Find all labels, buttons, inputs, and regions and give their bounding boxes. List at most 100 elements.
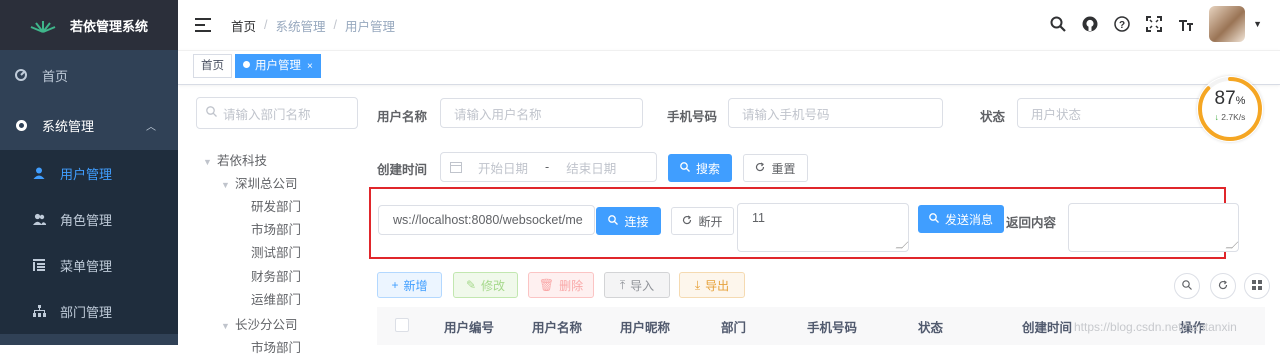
- caret-down-icon: ▼: [221, 180, 230, 190]
- breadcrumb: 首页 / 系统管理 / 用户管理: [231, 16, 395, 35]
- tree-node-label: 长沙分公司: [235, 318, 298, 332]
- tree-node[interactable]: 测试部门: [251, 242, 301, 261]
- search-button-label: 搜索: [695, 161, 720, 176]
- tree-node[interactable]: 市场部门: [251, 219, 301, 238]
- sidebar-item-label: 菜单管理: [60, 258, 113, 274]
- tree-node-label: 市场部门: [251, 341, 302, 355]
- phone-input[interactable]: 请输入手机号码: [728, 98, 943, 128]
- edit-button[interactable]: ✎ 修改: [453, 272, 518, 298]
- import-button[interactable]: ⤒ 导入: [604, 272, 670, 298]
- tree-node[interactable]: 市场部门: [251, 337, 301, 356]
- close-icon[interactable]: ×: [307, 61, 313, 72]
- connect-button[interactable]: 连接: [596, 207, 661, 235]
- sidebar-item-label: 系统管理: [42, 118, 95, 134]
- column-header: 用户名称: [532, 321, 583, 335]
- disconnect-button-label: 断开: [698, 214, 723, 229]
- sidebar-item-depts[interactable]: 部门管理: [0, 288, 178, 334]
- disconnect-button[interactable]: 断开: [671, 207, 734, 235]
- tree-node[interactable]: ▼ 长沙分公司: [221, 314, 298, 333]
- return-content-textarea[interactable]: [1068, 203, 1239, 252]
- websocket-url-input[interactable]: ws://localhost:8080/websocket/me: [378, 205, 595, 235]
- tree-table-icon: [32, 258, 46, 272]
- status-placeholder: 用户状态: [1031, 107, 1082, 122]
- search-icon: [206, 106, 217, 120]
- gauge-percent: 87%: [1214, 88, 1246, 109]
- column-header: 状态: [918, 321, 944, 335]
- delete-button[interactable]: 🗑 删除: [528, 272, 594, 298]
- tree-node-label: 深圳总公司: [235, 177, 298, 191]
- breadcrumb-separator: /: [264, 18, 268, 32]
- send-message-label: 发送消息: [944, 212, 993, 227]
- username-placeholder: 请输入用户名称: [454, 107, 542, 122]
- refresh-icon: [755, 161, 765, 175]
- sidebar-logo[interactable]: 若依管理系统: [0, 0, 178, 50]
- tag-users[interactable]: 用户管理 ×: [235, 54, 321, 78]
- caret-down-icon[interactable]: ▼: [1253, 19, 1262, 29]
- message-value: 11: [752, 211, 765, 225]
- gauge-speed: ↓ 2.7K/s: [1214, 112, 1246, 122]
- date-range-picker[interactable]: 开始日期 - 结束日期: [440, 152, 657, 182]
- connect-button-label: 连接: [624, 214, 649, 229]
- delete-button-label: 删除: [559, 278, 584, 293]
- message-textarea[interactable]: 11: [737, 203, 909, 252]
- tree-node-label: 市场部门: [251, 223, 302, 237]
- sidebar: 若依管理系统 首页 系统管理 ︿ 用户管理 角色管理 菜单管理 部门管理: [0, 0, 178, 345]
- sidebar-item-home[interactable]: 首页: [0, 50, 178, 100]
- import-button-label: 导入: [630, 278, 655, 293]
- column-header: 用户昵称: [620, 321, 671, 335]
- select-all-checkbox[interactable]: [395, 318, 409, 332]
- caret-down-icon: ▼: [221, 321, 230, 331]
- user-icon: [32, 166, 46, 180]
- tags-view: 首页 用户管理 ×: [178, 50, 1280, 85]
- text-size-icon[interactable]: [1177, 15, 1195, 33]
- tree-node[interactable]: 财务部门: [251, 266, 301, 285]
- date-label: 创建时间: [377, 163, 428, 177]
- breadcrumb-home[interactable]: 首页: [231, 16, 256, 35]
- status-select[interactable]: 用户状态: [1017, 98, 1209, 128]
- search-icon[interactable]: [1049, 15, 1067, 33]
- sidebar-item-roles[interactable]: 角色管理: [0, 196, 178, 242]
- add-button[interactable]: + 新增: [377, 272, 442, 298]
- resize-handle-icon[interactable]: [1225, 241, 1239, 249]
- sidebar-item-label: 角色管理: [60, 212, 113, 228]
- tree-node[interactable]: 运维部门: [251, 289, 301, 308]
- sidebar-item-system[interactable]: 系统管理 ︿: [0, 100, 178, 150]
- tag-home[interactable]: 首页: [193, 54, 232, 78]
- column-header: 创建时间: [1022, 321, 1073, 335]
- dept-search-input[interactable]: 请输入部门名称: [196, 97, 358, 129]
- date-separator: -: [545, 160, 550, 174]
- tree-node-label: 若依科技: [217, 154, 268, 168]
- hamburger-icon[interactable]: [195, 18, 211, 32]
- reset-button-label: 重置: [771, 161, 796, 176]
- github-icon[interactable]: [1081, 15, 1099, 33]
- return-content-label: 返回内容: [1006, 216, 1057, 230]
- plus-icon: +: [391, 278, 399, 292]
- refresh-button[interactable]: [1210, 273, 1236, 299]
- navbar: 首页 / 系统管理 / 用户管理 ? ▼: [178, 0, 1280, 51]
- dept-search-placeholder: 请输入部门名称: [223, 107, 311, 122]
- columns-button[interactable]: [1244, 273, 1270, 299]
- sidebar-item-label: 首页: [42, 68, 69, 84]
- tree-node-label: 运维部门: [251, 293, 302, 307]
- tree-node[interactable]: ▼ 深圳总公司: [221, 173, 298, 192]
- avatar[interactable]: [1209, 6, 1246, 42]
- tree-node[interactable]: 研发部门: [251, 196, 301, 215]
- breadcrumb-system: 系统管理: [275, 19, 326, 34]
- export-button[interactable]: ⤓ 导出: [679, 272, 745, 298]
- tree-node[interactable]: ▼ 若依科技: [203, 150, 267, 169]
- search-button[interactable]: 搜索: [668, 154, 732, 182]
- phone-label: 手机号码: [667, 110, 718, 124]
- fullscreen-icon[interactable]: [1145, 15, 1163, 33]
- svg-text:?: ?: [1119, 20, 1125, 31]
- export-button-label: 导出: [705, 278, 730, 293]
- reset-button[interactable]: 重置: [743, 154, 808, 182]
- sidebar-item-users[interactable]: 用户管理: [0, 150, 178, 196]
- add-button-label: 新增: [403, 278, 428, 293]
- send-message-button[interactable]: 发送消息: [918, 205, 1004, 233]
- toggle-search-button[interactable]: [1174, 273, 1200, 299]
- resize-handle-icon[interactable]: [895, 241, 909, 249]
- username-input[interactable]: 请输入用户名称: [440, 98, 643, 128]
- sidebar-item-menus[interactable]: 菜单管理: [0, 242, 178, 288]
- question-icon[interactable]: ?: [1113, 15, 1131, 33]
- dashboard-icon: [14, 68, 28, 82]
